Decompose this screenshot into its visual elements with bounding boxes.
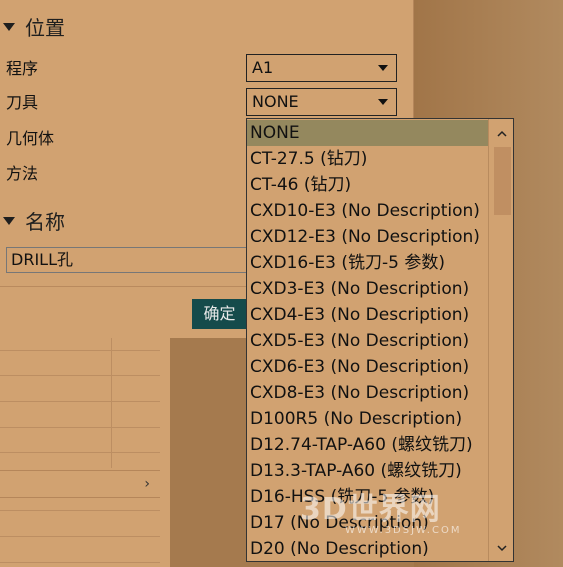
tool-select[interactable]: NONE xyxy=(246,88,397,116)
program-select[interactable]: A1 xyxy=(246,54,397,82)
chevron-right-icon[interactable]: › xyxy=(144,476,150,492)
chevron-up-icon[interactable] xyxy=(496,128,508,140)
tool-dropdown-list[interactable]: NONE CT-27.5 (钻刀) CT-46 (钻刀) CXD10-E3 (N… xyxy=(246,118,514,562)
dropdown-item[interactable]: CXD4-E3 (No Description) xyxy=(247,302,488,328)
name-input-value: DRILL孔 xyxy=(11,250,73,269)
column-divider xyxy=(111,338,112,468)
ok-button[interactable]: 确定 xyxy=(192,299,247,329)
dropdown-item[interactable]: D12.74-TAP-A60 (螺纹铣刀) xyxy=(247,432,488,458)
tool-select-value: NONE xyxy=(252,92,299,111)
chevron-down-icon[interactable] xyxy=(378,99,388,105)
grid-line xyxy=(0,536,160,537)
geometry-label: 几何体 xyxy=(6,129,55,148)
dropdown-item[interactable]: CXD8-E3 (No Description) xyxy=(247,380,488,406)
grid-line xyxy=(0,452,160,453)
grid-line xyxy=(0,350,160,351)
grid-line xyxy=(0,562,160,563)
program-select-value: A1 xyxy=(252,58,274,77)
program-label: 程序 xyxy=(6,59,39,78)
dropdown-item[interactable]: CT-27.5 (钻刀) xyxy=(247,146,488,172)
grid-line xyxy=(0,510,160,511)
grid-line xyxy=(0,401,160,402)
section-position-header[interactable]: 位置 xyxy=(0,14,413,42)
dropdown-item[interactable]: D100R5 (No Description) xyxy=(247,406,488,432)
dropdown-item[interactable]: CXD12-E3 (No Description) xyxy=(247,224,488,250)
section-position-title: 位置 xyxy=(25,16,65,40)
horizontal-scrollbar[interactable]: › xyxy=(0,470,160,498)
dropdown-item[interactable]: CXD16-E3 (铣刀-5 参数) xyxy=(247,250,488,276)
dropdown-item[interactable]: CXD3-E3 (No Description) xyxy=(247,276,488,302)
collapse-triangle-icon[interactable] xyxy=(3,23,15,31)
grid-line xyxy=(0,375,160,376)
grid-line xyxy=(0,427,160,428)
method-label: 方法 xyxy=(6,164,39,183)
dropdown-item[interactable]: D20 (No Description) xyxy=(247,536,488,561)
list-panel xyxy=(0,338,170,567)
dropdown-item[interactable]: D16-HSS (铣刀-5 参数) xyxy=(247,484,488,510)
dropdown-scrollbar[interactable] xyxy=(488,119,513,561)
chevron-down-icon[interactable] xyxy=(378,65,388,71)
tool-label: 刀具 xyxy=(6,93,39,112)
dropdown-item[interactable]: CXD6-E3 (No Description) xyxy=(247,354,488,380)
dropdown-item[interactable]: CXD10-E3 (No Description) xyxy=(247,198,488,224)
chevron-down-icon[interactable] xyxy=(496,542,508,554)
dropdown-item[interactable]: D17 (No Description) xyxy=(247,510,488,536)
scroll-thumb[interactable] xyxy=(494,147,511,215)
section-name-title: 名称 xyxy=(25,210,65,234)
dropdown-item-none[interactable]: NONE xyxy=(247,120,488,146)
dropdown-item[interactable]: CT-46 (钻刀) xyxy=(247,172,488,198)
dropdown-item[interactable]: CXD5-E3 (No Description) xyxy=(247,328,488,354)
dropdown-item[interactable]: D13.3-TAP-A60 (螺纹铣刀) xyxy=(247,458,488,484)
collapse-triangle-icon[interactable] xyxy=(3,217,15,225)
